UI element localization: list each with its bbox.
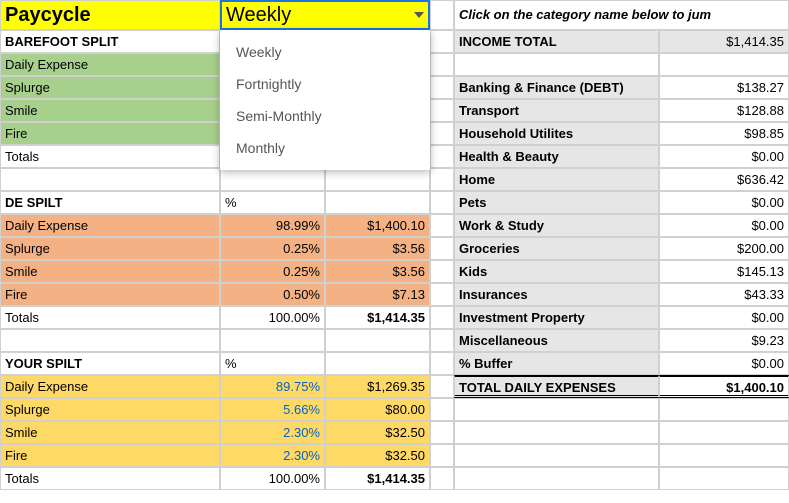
de-row-amt[interactable]: $1,400.10 [325,214,430,237]
your-row-label[interactable]: Daily Expense [0,375,220,398]
dropdown-option-weekly[interactable]: Weekly [220,36,430,68]
your-row-label[interactable]: Splurge [0,398,220,421]
category-name[interactable]: Home [454,168,659,191]
paycycle-dropdown[interactable]: Weekly [220,0,430,30]
your-row-pct[interactable]: 5.66% [220,398,325,421]
total-expenses-value: $1,400.10 [659,375,789,398]
barefoot-row-label[interactable]: Splurge [0,76,220,99]
barefoot-row-label[interactable]: Smile [0,99,220,122]
barefoot-row-label[interactable]: Daily Expense [0,53,220,76]
category-name[interactable]: Insurances [454,283,659,306]
category-value: $138.27 [659,76,789,99]
your-row-amt[interactable]: $80.00 [325,398,430,421]
barefoot-row-label[interactable]: Fire [0,122,220,145]
category-value: $0.00 [659,306,789,329]
your-row-label[interactable]: Smile [0,421,220,444]
instruction-text: Click on the category name below to jum [454,0,789,30]
category-name[interactable]: Miscellaneous [454,329,659,352]
your-row-label[interactable]: Fire [0,444,220,467]
de-row-pct[interactable]: 0.25% [220,260,325,283]
de-row-pct[interactable]: 0.50% [220,283,325,306]
dropdown-option-fortnightly[interactable]: Fortnightly [220,68,430,100]
category-value: $128.88 [659,99,789,122]
chevron-down-icon [414,12,424,18]
total-expenses-label: TOTAL DAILY EXPENSES [454,375,659,398]
category-value: $200.00 [659,237,789,260]
category-value: $43.33 [659,283,789,306]
de-row-pct[interactable]: 0.25% [220,237,325,260]
de-row-label[interactable]: Fire [0,283,220,306]
category-name[interactable]: Kids [454,260,659,283]
category-value: $98.85 [659,122,789,145]
dropdown-option-monthly[interactable]: Monthly [220,132,430,164]
paycycle-dropdown-menu[interactable]: Weekly Fortnightly Semi-Monthly Monthly [220,30,430,170]
your-total-pct: 100.00% [220,467,325,490]
category-name[interactable]: Health & Beauty [454,145,659,168]
de-total-amt: $1,414.35 [325,306,430,329]
pct-header: % [220,191,325,214]
totals-label: Totals [0,467,220,490]
category-name[interactable]: Investment Property [454,306,659,329]
your-row-pct[interactable]: 2.30% [220,444,325,467]
barefoot-title: BAREFOOT SPLIT [0,30,220,53]
your-row-amt[interactable]: $32.50 [325,444,430,467]
de-row-label[interactable]: Splurge [0,237,220,260]
dropdown-option-semi-monthly[interactable]: Semi-Monthly [220,100,430,132]
de-row-pct[interactable]: 98.99% [220,214,325,237]
category-value: $9.23 [659,329,789,352]
totals-label: Totals [0,145,220,168]
category-name[interactable]: Groceries [454,237,659,260]
paycycle-label: Paycycle [0,0,220,30]
category-name[interactable]: Transport [454,99,659,122]
de-row-label[interactable]: Smile [0,260,220,283]
category-value: $0.00 [659,352,789,375]
de-total-pct: 100.00% [220,306,325,329]
category-name[interactable]: Banking & Finance (DEBT) [454,76,659,99]
de-row-amt[interactable]: $3.56 [325,260,430,283]
your-row-pct[interactable]: 2.30% [220,421,325,444]
pct-header: % [220,352,325,375]
your-row-amt[interactable]: $32.50 [325,421,430,444]
your-row-pct[interactable]: 89.75% [220,375,325,398]
category-name[interactable]: Work & Study [454,214,659,237]
de-title: DE SPILT [0,191,220,214]
paycycle-dropdown-value: Weekly [226,4,291,26]
category-value: $0.00 [659,214,789,237]
your-row-amt[interactable]: $1,269.35 [325,375,430,398]
income-total-label: INCOME TOTAL [454,30,659,53]
category-name[interactable]: Pets [454,191,659,214]
category-value: $0.00 [659,191,789,214]
spacer [430,0,454,30]
totals-label: Totals [0,306,220,329]
category-name[interactable]: % Buffer [454,352,659,375]
category-value: $145.13 [659,260,789,283]
income-total-value: $1,414.35 [659,30,789,53]
category-value: $0.00 [659,145,789,168]
category-name[interactable]: Household Utilites [454,122,659,145]
de-row-amt[interactable]: $7.13 [325,283,430,306]
your-total-amt: $1,414.35 [325,467,430,490]
category-value: $636.42 [659,168,789,191]
de-row-amt[interactable]: $3.56 [325,237,430,260]
de-row-label[interactable]: Daily Expense [0,214,220,237]
your-title: YOUR SPILT [0,352,220,375]
